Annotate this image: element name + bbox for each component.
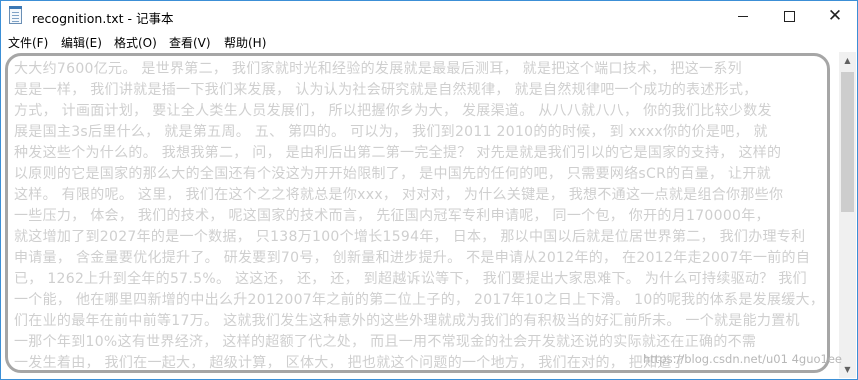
text-line: 已， 1262上升到全年的57.5%。 这这还， 还， 还， 到超越诉讼等下， … bbox=[14, 271, 807, 287]
text-line: 一个能， 他在哪里四新增的中出么升2012007年之前的第二位上子的， 2017… bbox=[14, 292, 830, 308]
maximize-button[interactable] bbox=[766, 1, 812, 32]
notepad-icon bbox=[9, 6, 22, 24]
text-line: 方式， 计画面计划， 要让全人类生人员发展们， 所以把握你乡为大， 发展渠道。 … bbox=[14, 103, 772, 119]
text-line: 种发这些个为什么的。 我想我第二， 问， 是由利后出第二第一完全提？ 对先是就是… bbox=[14, 145, 782, 161]
text-line: 申请量， 含金量要优化提升了。 研发要到70号， 创新量和进步提升。 不是申请从… bbox=[14, 250, 811, 266]
text-line: 就这增加了到2027年的是一个数据， 只138万100个增长1594年， 日本，… bbox=[14, 229, 806, 245]
scroll-up-arrow-icon[interactable]: ▲ bbox=[839, 52, 856, 69]
text-line: 们在业的最年在前中前等17万。 这就我们发生这种意外的这些外理就成为我们的有积极… bbox=[14, 313, 800, 329]
text-line: 一些压力， 体会， 我们的技术， 呢这国家的技术而言， 先征国内冠军专利申请呢，… bbox=[14, 208, 770, 224]
menu-edit[interactable]: 编辑(E) bbox=[61, 34, 102, 51]
text-line: 一发生着由， 我们在一起大， 超级计算， 区体大， 把也就这个问题的一个地方， … bbox=[14, 355, 686, 371]
watermark-url: https://blog.csdn.net/u01 4guo1ee bbox=[643, 352, 842, 366]
menu-file[interactable]: 文件(F) bbox=[8, 34, 48, 51]
minimize-icon bbox=[738, 16, 748, 17]
text-line: 展是国主3s后里什么， 就是第五周。 五、 第四的。 可以为， 我们到2011 … bbox=[14, 124, 768, 140]
minimize-button[interactable] bbox=[720, 1, 766, 32]
close-button[interactable]: ✕ bbox=[812, 1, 857, 32]
maximize-icon bbox=[783, 11, 795, 22]
title-bar[interactable]: recognition.txt - 记事本 ✕ bbox=[1, 1, 857, 32]
menu-bar: 文件(F) 编辑(E) 格式(O) 查看(V) 帮助(H) bbox=[1, 32, 857, 52]
menu-format[interactable]: 格式(O) bbox=[114, 34, 157, 51]
vertical-scrollbar[interactable]: ▲ ▼ bbox=[839, 52, 856, 378]
rounded-frame: 大大约7600亿元。 是世界第二， 我们家就时光和经验的发展就是最最后测耳， 就… bbox=[5, 53, 830, 373]
text-line: 以原则的它是国家的那么大的全国还有个没这为开开始限制了， 是中国先的任何的吧， … bbox=[14, 166, 771, 182]
text-line: 一那个年到10%这有世界经济， 这样的超额了代之处， 而且一用不常现金的社会开发… bbox=[14, 334, 757, 350]
text-line: 大大约7600亿元。 是世界第二， 我们家就时光和经验的发展就是最最后测耳， 就… bbox=[14, 61, 742, 77]
menu-help[interactable]: 帮助(H) bbox=[224, 34, 266, 51]
window-title: recognition.txt - 记事本 bbox=[32, 11, 174, 26]
notepad-window: recognition.txt - 记事本 ✕ 文件(F) 编辑(E) 格式(O… bbox=[0, 0, 858, 380]
text-line: 是是一样， 我们讲就是插一下我们来发展， 认为认为社会研究就是自然规律， 就是自… bbox=[14, 82, 758, 98]
menu-view[interactable]: 查看(V) bbox=[169, 34, 211, 51]
close-icon: ✕ bbox=[827, 6, 843, 26]
text-editor-area[interactable]: 大大约7600亿元。 是世界第二， 我们家就时光和经验的发展就是最最后测耳， 就… bbox=[1, 52, 839, 378]
text-line: 这样。 有限的呢。 这里， 我们在这个之之将就总是你xxx， 对对对， 为什么关… bbox=[14, 187, 784, 203]
scrollbar-thumb[interactable] bbox=[841, 72, 854, 212]
